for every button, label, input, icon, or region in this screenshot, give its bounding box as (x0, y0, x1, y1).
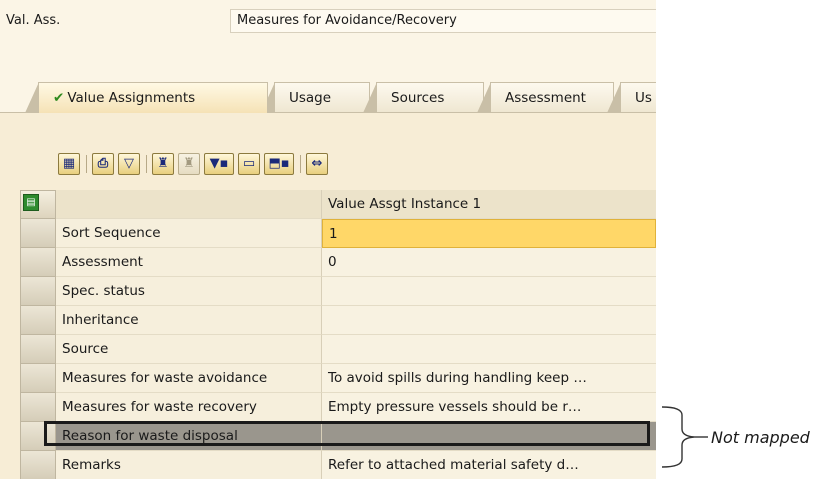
row-value-input[interactable] (322, 335, 656, 364)
table-settings-icon[interactable]: ▦ (58, 153, 80, 175)
select-all-button[interactable]: ▤ (20, 190, 56, 219)
brace-bracket (661, 406, 708, 468)
table-row: Measures for waste recovery Empty pressu… (20, 393, 656, 422)
toolbar-separator (146, 155, 147, 173)
row-label: Measures for waste recovery (56, 393, 322, 422)
row-value-input[interactable]: 1 (322, 219, 656, 248)
row-selector[interactable] (20, 219, 56, 248)
table-row: Spec. status (20, 277, 656, 306)
row-value-input[interactable] (322, 306, 656, 335)
row-label: Remarks (56, 451, 322, 479)
tab-assessment[interactable]: Assessment (477, 82, 614, 113)
tab-label: Us (635, 90, 652, 106)
export-icon[interactable]: ⬒▪ (264, 153, 294, 175)
row-label: Inheritance (56, 306, 322, 335)
table-row: Measures for waste avoidance To avoid sp… (20, 364, 656, 393)
table-row-highlighted: Reason for waste disposal (20, 422, 656, 451)
row-value-input[interactable]: Empty pressure vessels should be r… (322, 393, 656, 422)
row-value-input[interactable]: To avoid spills during handling keep … (322, 364, 656, 393)
set-filter-icon[interactable]: ▼▪ (204, 153, 234, 175)
row-label: Sort Sequence (56, 219, 322, 248)
table-row: Source (20, 335, 656, 364)
row-label: Measures for waste avoidance (56, 364, 322, 393)
tab-label: Value Assignments (67, 90, 196, 106)
select-all-icon: ▤ (23, 194, 39, 211)
tab-sources[interactable]: Sources (363, 82, 484, 113)
binoculars-goto-icon[interactable]: ⇔ (306, 153, 328, 175)
column-header[interactable]: Value Assgt Instance 1 (322, 190, 656, 219)
row-value-input[interactable] (322, 277, 656, 306)
tab-usage-more[interactable]: Us (607, 82, 656, 113)
row-label: Reason for waste disposal (56, 422, 322, 451)
row-label: Assessment (56, 248, 322, 277)
row-value-input[interactable]: Refer to attached material safety d… (322, 451, 656, 479)
find-icon[interactable]: ♜ (152, 153, 174, 175)
row-label: Spec. status (56, 277, 322, 306)
table-row: Assessment 0 (20, 248, 656, 277)
filter-icon[interactable]: ▽ (118, 153, 140, 175)
row-value-input[interactable] (322, 422, 656, 451)
sap-screen: Val. Ass. Measures for Avoidance/Recover… (0, 0, 656, 479)
row-selector[interactable] (20, 364, 56, 393)
header-value-field[interactable]: Measures for Avoidance/Recovery (230, 9, 656, 33)
not-mapped-annotation: Not mapped (711, 428, 810, 447)
tab-value-assignments[interactable]: ✔ Value Assignments (25, 82, 268, 113)
grid-header-row: ▤ Value Assgt Instance 1 (20, 190, 656, 219)
checkmark-icon: ✔ (53, 90, 65, 106)
tab-label: Usage (289, 90, 332, 106)
tab-usage[interactable]: Usage (261, 82, 370, 113)
tab-label: Sources (391, 90, 445, 106)
table-row: Inheritance (20, 306, 656, 335)
tab-label: Assessment (505, 90, 586, 106)
row-selector[interactable] (20, 393, 56, 422)
table-row: Remarks Refer to attached material safet… (20, 451, 656, 479)
grid-header-label (56, 190, 322, 219)
print-preview-icon[interactable]: ▭ (238, 153, 260, 175)
row-selector[interactable] (20, 277, 56, 306)
find-next-icon[interactable]: ♜ (178, 153, 200, 175)
row-selector[interactable] (20, 422, 56, 451)
tab-strip: ✔ Value Assignments Usage Sources Assessm… (25, 82, 656, 113)
header-label: Val. Ass. (6, 13, 61, 28)
row-label: Source (56, 335, 322, 364)
grid-toolbar: ▦ ⎙ ▽ ♜ ♜ ▼▪ ▭ ⬒▪ ⇔ (58, 151, 656, 179)
row-selector[interactable] (20, 451, 56, 479)
row-selector[interactable] (20, 335, 56, 364)
row-selector[interactable] (20, 248, 56, 277)
toolbar-separator (86, 155, 87, 173)
row-value-input[interactable]: 0 (322, 248, 656, 277)
toolbar-separator (300, 155, 301, 173)
table-row: Sort Sequence 1 (20, 219, 656, 248)
row-selector[interactable] (20, 306, 56, 335)
print-icon[interactable]: ⎙ (92, 153, 114, 175)
